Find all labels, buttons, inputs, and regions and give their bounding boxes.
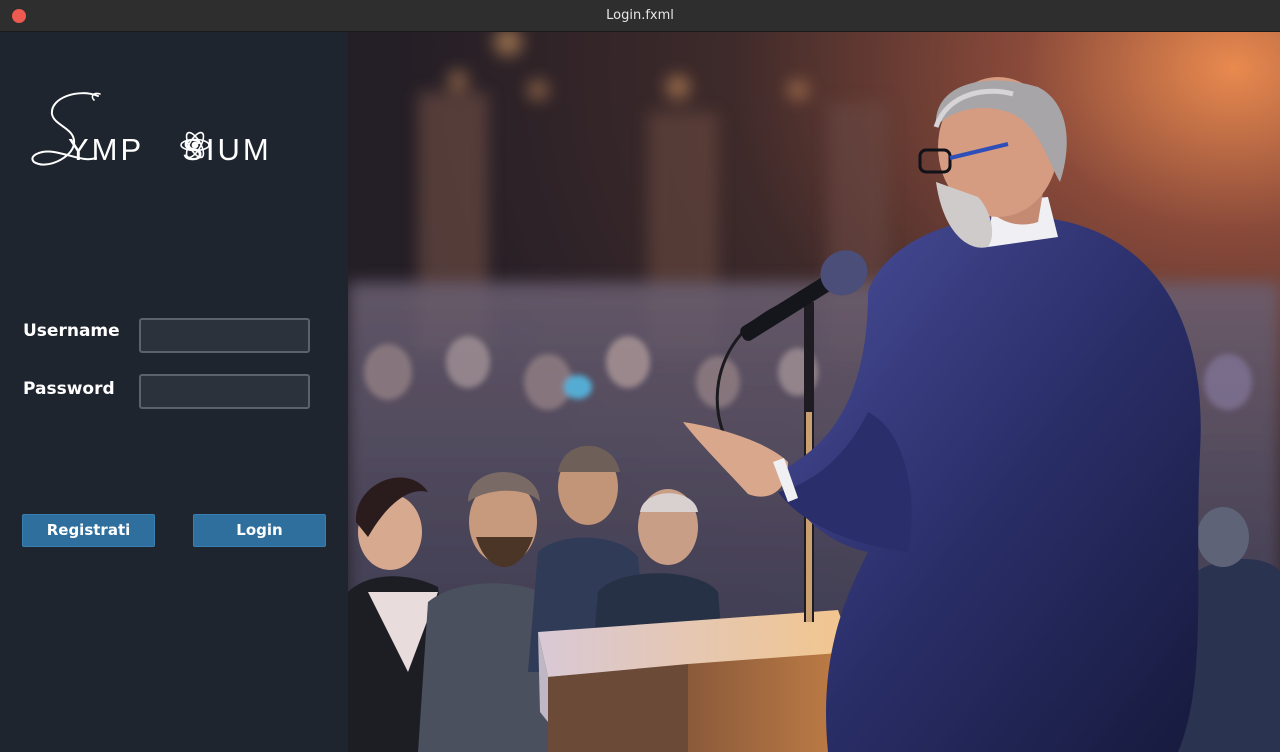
password-label: Password: [23, 379, 115, 399]
logo-text-part2: SIUM: [182, 132, 272, 167]
register-button[interactable]: Registrati: [22, 514, 155, 547]
window-title: Login.fxml: [606, 8, 674, 23]
podium: [538, 610, 853, 752]
logo-wordmark: YMP SIUM: [68, 132, 272, 168]
title-bar[interactable]: Login.fxml: [0, 0, 1280, 32]
username-input[interactable]: [139, 318, 310, 353]
login-panel: YMP SIUM Username Password Registrati Log…: [0, 32, 348, 752]
speaker-illustration: [348, 32, 1280, 752]
login-button[interactable]: Login: [193, 514, 326, 547]
username-label: Username: [23, 321, 120, 341]
password-input[interactable]: [139, 374, 310, 409]
login-window: Login.fxml YMP SIUM Username Password Reg…: [0, 0, 1280, 752]
conference-speaker-image: [348, 32, 1280, 752]
logo-text-part1: YMP: [68, 132, 145, 167]
